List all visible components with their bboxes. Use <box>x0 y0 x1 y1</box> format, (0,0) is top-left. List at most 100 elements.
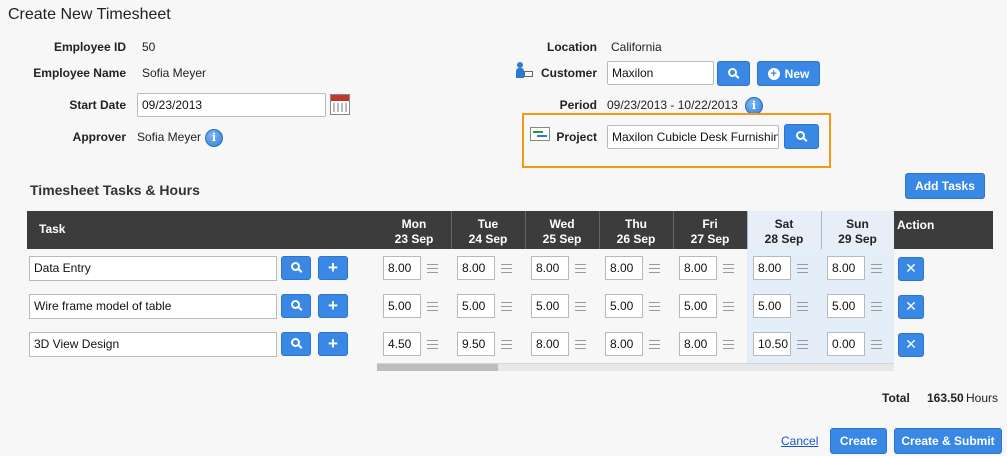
hours-input[interactable]: 5.00 <box>827 294 865 318</box>
plus-circle-icon: + <box>767 67 780 80</box>
notes-icon[interactable] <box>501 264 512 273</box>
day-header-sat: Sat 28 Sep <box>747 211 821 249</box>
notes-icon[interactable] <box>649 340 660 349</box>
notes-icon[interactable] <box>797 340 808 349</box>
task-input[interactable]: 3D View Design <box>29 332 277 357</box>
customer-search-button[interactable] <box>717 61 750 86</box>
page-title: Create New Timesheet <box>8 6 171 23</box>
delete-row-button[interactable]: ✕ <box>898 257 924 281</box>
column-divider <box>599 211 600 249</box>
task-header-label: Task <box>39 222 66 236</box>
employee-name-value: Sofia Meyer <box>142 66 207 80</box>
notes-icon[interactable] <box>575 302 586 311</box>
notes-icon[interactable] <box>797 302 808 311</box>
period-value: 09/23/2013 - 10/22/2013 <box>607 98 738 112</box>
add-subtask-button[interactable]: + <box>318 332 348 356</box>
add-subtask-button[interactable]: + <box>318 294 348 318</box>
delete-row-button[interactable]: ✕ <box>898 295 924 319</box>
day-date: 27 Sep <box>690 232 730 246</box>
day-date: 28 Sep <box>764 232 804 246</box>
day-name: Wed <box>549 217 575 231</box>
hours-input[interactable]: 8.00 <box>753 256 791 280</box>
scrollbar-thumb[interactable] <box>377 364 498 371</box>
day-date: 29 Sep <box>838 232 877 246</box>
task-search-button[interactable] <box>281 256 311 280</box>
day-name: Fri <box>702 217 718 231</box>
hours-input[interactable]: 8.00 <box>605 256 643 280</box>
total-label: Total <box>882 391 910 405</box>
hours-input[interactable]: 0.00 <box>827 332 865 356</box>
day-name: Mon <box>401 217 427 231</box>
action-column-header: Action <box>894 211 993 249</box>
hours-input[interactable]: 8.00 <box>531 256 569 280</box>
notes-icon[interactable] <box>501 302 512 311</box>
start-date-input[interactable]: 09/23/2013 <box>137 93 326 117</box>
notes-icon[interactable] <box>427 302 438 311</box>
project-search-button[interactable] <box>784 124 819 149</box>
task-search-button[interactable] <box>281 294 311 318</box>
notes-icon[interactable] <box>871 302 882 311</box>
employee-id-value: 50 <box>142 40 156 54</box>
hours-input[interactable]: 9.50 <box>457 332 495 356</box>
approver-label: Approver <box>72 130 126 144</box>
task-search-button[interactable] <box>281 332 311 356</box>
day-date: 24 Sep <box>468 232 508 246</box>
horizontal-scrollbar[interactable] <box>377 363 894 371</box>
hours-input[interactable]: 8.00 <box>827 256 865 280</box>
day-date: 25 Sep <box>542 232 582 246</box>
notes-icon[interactable] <box>871 340 882 349</box>
column-divider <box>673 211 674 249</box>
notes-icon[interactable] <box>501 340 512 349</box>
new-customer-button[interactable]: + New <box>757 61 820 86</box>
hours-input[interactable]: 5.00 <box>383 294 421 318</box>
period-label: Period <box>559 98 597 112</box>
hours-input[interactable]: 5.00 <box>531 294 569 318</box>
task-input[interactable]: Data Entry <box>29 256 277 281</box>
column-divider <box>451 211 452 249</box>
notes-icon[interactable] <box>723 340 734 349</box>
project-label: Project <box>556 130 597 144</box>
create-button[interactable]: Create <box>830 428 887 454</box>
hours-input[interactable]: 5.00 <box>605 294 643 318</box>
hours-input[interactable]: 10.50 <box>753 332 791 356</box>
notes-icon[interactable] <box>871 264 882 273</box>
hours-input[interactable]: 5.00 <box>753 294 791 318</box>
day-date: 26 Sep <box>616 232 656 246</box>
task-input[interactable]: Wire frame model of table <box>29 294 277 319</box>
hours-input[interactable]: 5.00 <box>457 294 495 318</box>
project-input[interactable]: Maxilon Cubicle Desk Furnishin <box>607 125 779 149</box>
cancel-link[interactable]: Cancel <box>781 434 818 448</box>
column-divider <box>747 211 748 249</box>
employee-id-label: Employee ID <box>53 40 126 54</box>
new-label: New <box>784 66 810 81</box>
create-submit-button[interactable]: Create & Submit <box>894 428 1002 454</box>
hours-input[interactable]: 8.00 <box>531 332 569 356</box>
hours-input[interactable]: 8.00 <box>383 256 421 280</box>
notes-icon[interactable] <box>427 264 438 273</box>
search-icon <box>290 338 300 347</box>
add-subtask-button[interactable]: + <box>318 256 348 280</box>
notes-icon[interactable] <box>427 340 438 349</box>
notes-icon[interactable] <box>797 264 808 273</box>
approver-info-icon[interactable]: i <box>205 129 223 147</box>
add-tasks-button[interactable]: Add Tasks <box>905 173 985 199</box>
hours-input[interactable]: 8.00 <box>679 332 717 356</box>
notes-icon[interactable] <box>723 302 734 311</box>
hours-input[interactable]: 8.00 <box>605 332 643 356</box>
start-date-label: Start Date <box>69 98 126 112</box>
delete-row-button[interactable]: ✕ <box>898 333 924 357</box>
notes-icon[interactable] <box>575 264 586 273</box>
hours-input[interactable]: 8.00 <box>679 256 717 280</box>
hours-input[interactable]: 8.00 <box>457 256 495 280</box>
search-icon <box>796 130 805 140</box>
calendar-icon[interactable] <box>330 94 350 115</box>
hours-input[interactable]: 4.50 <box>383 332 421 356</box>
day-name: Sat <box>774 217 794 231</box>
notes-icon[interactable] <box>649 264 660 273</box>
notes-icon[interactable] <box>575 340 586 349</box>
notes-icon[interactable] <box>723 264 734 273</box>
hours-input[interactable]: 5.00 <box>679 294 717 318</box>
notes-icon[interactable] <box>649 302 660 311</box>
employee-name-label: Employee Name <box>33 66 126 80</box>
customer-input[interactable]: Maxilon <box>607 61 714 85</box>
